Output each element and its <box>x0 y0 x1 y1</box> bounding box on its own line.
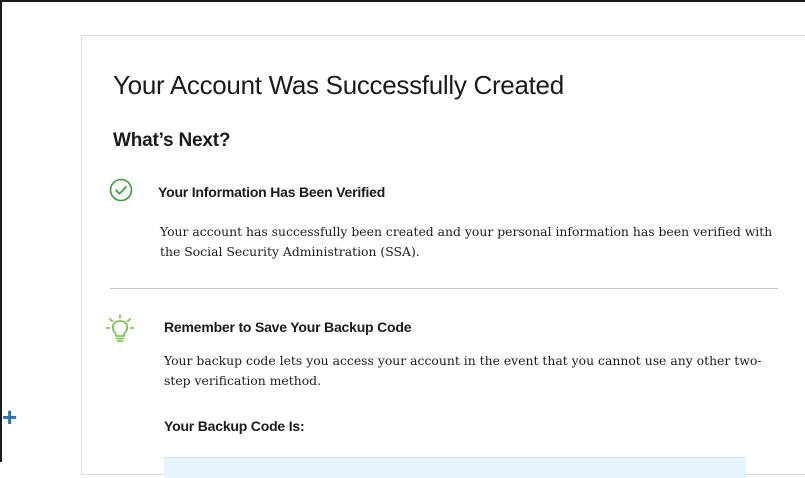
step-verified-body: Your account has successfully been creat… <box>160 224 773 259</box>
lightbulb-icon <box>105 314 135 342</box>
step-backup-heading: Remember to Save Your Backup Code <box>164 319 412 335</box>
account-created-card: Your Account Was Successfully Created Wh… <box>81 35 805 478</box>
page-title: Your Account Was Successfully Created <box>113 70 564 100</box>
plus-icon[interactable]: + <box>2 404 17 430</box>
backup-code-box[interactable] <box>164 457 746 478</box>
screenshot-frame: + Your Account Was Successfully Created … <box>0 0 805 478</box>
backup-code-label: Your Backup Code Is: <box>164 418 305 434</box>
whats-next-heading: What’s Next? <box>113 130 231 151</box>
check-circle-icon <box>109 178 133 202</box>
step-backup-body: Your backup code lets you access your ac… <box>164 353 762 388</box>
step-verified-heading: Your Information Has Been Verified <box>158 184 386 200</box>
divider <box>110 288 778 289</box>
